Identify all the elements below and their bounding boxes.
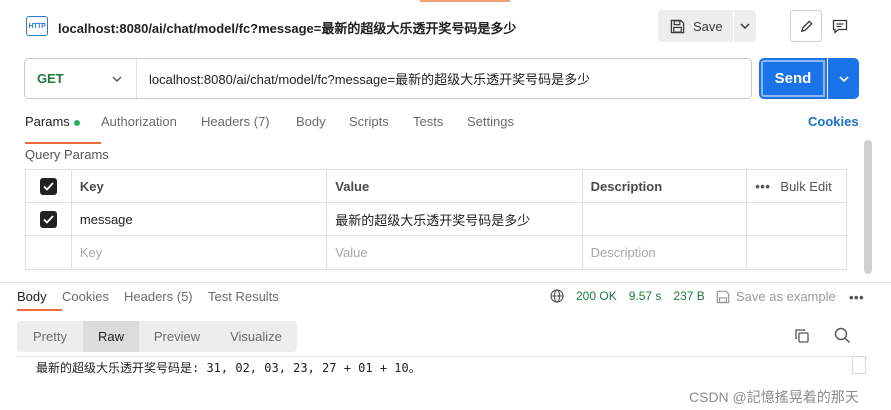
tab-test-results[interactable]: Test Results xyxy=(208,289,279,304)
top-accent-bar xyxy=(420,0,510,2)
save-button[interactable]: Save xyxy=(658,10,734,42)
chevron-down-icon xyxy=(740,23,750,29)
column-header-value: Value xyxy=(327,170,583,202)
more-icon: ••• xyxy=(755,178,771,194)
tab-authorization[interactable]: Authorization xyxy=(101,114,201,138)
new-description-input[interactable]: Description xyxy=(583,236,748,269)
pane-divider[interactable] xyxy=(0,282,891,283)
tab-response-body[interactable]: Body xyxy=(17,289,62,311)
row-checkbox[interactable] xyxy=(39,210,57,228)
comments-button[interactable] xyxy=(824,10,856,42)
new-row-actions-cell xyxy=(747,236,846,269)
tab-settings[interactable]: Settings xyxy=(467,114,514,138)
send-button[interactable]: Send xyxy=(759,58,827,99)
check-icon xyxy=(43,181,54,191)
send-options-button[interactable] xyxy=(828,58,859,99)
query-params-table: Key Value Description ••• Bulk Edit mess… xyxy=(25,169,847,270)
response-body-scrollbar[interactable] xyxy=(852,356,866,374)
globe-icon[interactable] xyxy=(550,289,564,303)
status-code[interactable]: 200 OK xyxy=(576,289,617,303)
table-row-new: Key Value Description xyxy=(26,236,846,269)
method-select[interactable]: GET xyxy=(25,59,137,98)
view-tab-preview[interactable]: Preview xyxy=(139,321,215,352)
more-options-icon[interactable]: ••• xyxy=(849,290,864,305)
param-key-input[interactable]: message xyxy=(72,203,328,235)
view-tab-visualize[interactable]: Visualize xyxy=(215,321,297,352)
save-icon xyxy=(716,290,730,303)
response-body-text[interactable]: 最新的超级大乐透开奖号码是: 31, 02, 03, 23, 27 + 01 +… xyxy=(36,359,421,376)
url-input[interactable]: localhost:8080/ai/chat/model/fc?message=… xyxy=(137,69,590,88)
tab-tests[interactable]: Tests xyxy=(413,114,467,138)
param-value-input[interactable]: 最新的超级大乐透开奖号码是多少 xyxy=(327,203,583,235)
select-all-checkbox[interactable] xyxy=(39,177,57,195)
chevron-down-icon xyxy=(112,76,122,82)
new-key-input[interactable]: Key xyxy=(72,236,328,269)
cookies-link[interactable]: Cookies xyxy=(808,114,859,129)
save-options-button[interactable] xyxy=(734,10,756,42)
save-as-example-button[interactable]: Save as example xyxy=(716,289,836,304)
tab-body[interactable]: Body xyxy=(296,114,349,138)
row-actions-cell xyxy=(747,203,846,235)
request-pane-scrollbar[interactable] xyxy=(864,140,872,274)
request-tabs: Params Authorization Headers (7) Body Sc… xyxy=(25,114,514,144)
param-description-input[interactable] xyxy=(583,203,748,235)
column-header-key: Key xyxy=(72,170,328,202)
comment-icon xyxy=(832,19,848,34)
request-title[interactable]: localhost:8080/ai/chat/model/fc?message=… xyxy=(58,18,516,37)
pencil-icon xyxy=(800,19,813,32)
copy-icon[interactable] xyxy=(794,328,810,344)
search-icon[interactable] xyxy=(834,327,851,344)
response-body-top-border xyxy=(17,356,866,357)
new-value-input[interactable]: Value xyxy=(327,236,583,269)
save-control: Save xyxy=(658,10,756,42)
http-request-icon: HTTP xyxy=(26,16,48,36)
response-view-tabs: Pretty Raw Preview Visualize xyxy=(17,321,297,352)
response-tabs: Body Cookies Headers (5) Test Results xyxy=(17,289,279,311)
tab-params[interactable]: Params xyxy=(25,114,101,144)
view-tab-raw[interactable]: Raw xyxy=(83,321,139,352)
response-time[interactable]: 9.57 s xyxy=(629,289,662,303)
tab-headers[interactable]: Headers (7) xyxy=(201,114,296,138)
tab-response-cookies[interactable]: Cookies xyxy=(62,289,124,304)
table-header-row: Key Value Description ••• Bulk Edit xyxy=(26,170,846,203)
save-icon xyxy=(670,19,685,33)
response-status-bar: 200 OK 9.57 s 237 B xyxy=(550,289,705,303)
tab-label: Params xyxy=(25,114,70,129)
watermark: CSDN @記憶搖晃着的那天 xyxy=(689,389,859,405)
view-tab-pretty[interactable]: Pretty xyxy=(17,321,83,352)
row-checkbox-cell xyxy=(26,203,72,235)
query-params-title: Query Params xyxy=(25,147,109,162)
chevron-down-icon xyxy=(838,75,849,82)
bulk-edit-button[interactable]: ••• Bulk Edit xyxy=(747,170,846,202)
method-label: GET xyxy=(37,71,64,86)
save-label: Save xyxy=(693,18,723,34)
table-row: message 最新的超级大乐透开奖号码是多少 xyxy=(26,203,846,236)
tab-response-headers[interactable]: Headers (5) xyxy=(124,289,208,304)
tab-scripts[interactable]: Scripts xyxy=(349,114,413,138)
save-as-example-label: Save as example xyxy=(736,289,836,304)
url-bar: GET localhost:8080/ai/chat/model/fc?mess… xyxy=(24,58,752,99)
edit-button[interactable] xyxy=(790,10,822,42)
new-row-checkbox-cell xyxy=(26,236,72,269)
response-size[interactable]: 237 B xyxy=(673,289,704,303)
select-all-cell xyxy=(26,170,72,202)
check-icon xyxy=(43,214,54,224)
bulk-edit-label: Bulk Edit xyxy=(780,178,832,194)
column-header-description: Description xyxy=(583,170,748,202)
request-title-bar: HTTP localhost:8080/ai/chat/model/fc?mes… xyxy=(0,6,891,46)
params-active-dot xyxy=(73,119,80,126)
